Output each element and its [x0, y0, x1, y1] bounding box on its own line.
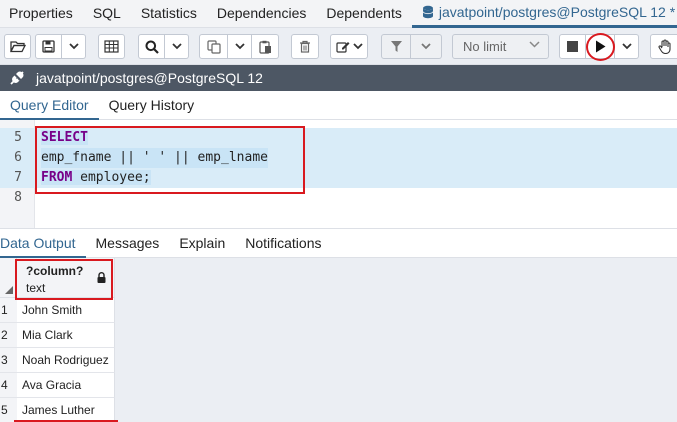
chevron-down-icon — [171, 43, 182, 50]
data-output-grid: ?column? text 1 John Smith 2 Mia Clark 3… — [0, 258, 677, 422]
tab-query-editor[interactable]: Query Editor — [0, 91, 99, 120]
line-number: 5 — [14, 130, 22, 145]
paste-button[interactable] — [252, 34, 279, 59]
delete-button[interactable] — [291, 34, 319, 59]
chevron-down-icon — [68, 43, 79, 50]
editor-tab-bar: Query Editor Query History — [0, 91, 677, 120]
row-number[interactable]: 2 — [0, 323, 17, 348]
cancel-query-button[interactable] — [559, 34, 586, 59]
line-number: 6 — [14, 150, 22, 165]
stop-icon — [567, 41, 578, 52]
open-file-button[interactable] — [4, 34, 31, 59]
grid-select-all[interactable] — [0, 258, 17, 298]
row-limit-select[interactable]: No limit — [452, 34, 549, 59]
filter-options-dropdown[interactable] — [411, 34, 442, 59]
tab-explain[interactable]: Explain — [169, 229, 235, 258]
hand-icon — [658, 39, 671, 54]
edit-options-button[interactable] — [330, 34, 368, 59]
execute-options-dropdown[interactable] — [615, 34, 639, 59]
result-tab-bar: Data Output Messages Explain Notificatio… — [0, 228, 677, 258]
paste-icon — [258, 40, 271, 54]
filter-button[interactable] — [381, 34, 411, 59]
tab-messages[interactable]: Messages — [86, 229, 170, 258]
copy-options-dropdown[interactable] — [228, 34, 252, 59]
tab-dependencies[interactable]: Dependencies — [207, 0, 317, 28]
find-options-dropdown[interactable] — [165, 34, 189, 59]
tab-properties[interactable]: Properties — [0, 0, 83, 28]
plug-icon[interactable] — [8, 69, 26, 87]
code-rest: employee; — [72, 170, 151, 185]
chevron-down-icon — [421, 43, 431, 50]
code-text: SELECT — [41, 128, 88, 148]
row-number[interactable]: 3 — [0, 348, 17, 373]
table-cell[interactable]: Noah Rodriguez — [17, 348, 115, 373]
row-number[interactable]: 4 — [0, 373, 17, 398]
save-options-dropdown[interactable] — [62, 34, 86, 59]
chevron-down-icon — [234, 43, 245, 50]
query-toolbar: No limit — [0, 28, 677, 65]
column-name: ?column? — [26, 264, 84, 278]
line-number: 7 — [14, 170, 22, 185]
save-button[interactable] — [35, 34, 62, 59]
edit-icon — [335, 41, 349, 53]
sql-keyword: SELECT — [41, 130, 88, 145]
execute-button[interactable] — [586, 34, 615, 59]
database-icon — [422, 5, 434, 19]
code-line[interactable]: 7 FROM employee; — [0, 168, 677, 188]
filter-icon — [390, 41, 402, 52]
copy-icon — [206, 39, 221, 54]
tab-query-history[interactable]: Query History — [99, 91, 205, 120]
tab-dependents[interactable]: Dependents — [316, 0, 412, 28]
column-type: text — [26, 281, 46, 295]
chevron-down-icon — [352, 43, 363, 50]
search-icon — [145, 40, 159, 54]
lock-icon — [97, 272, 106, 283]
macros-button[interactable] — [650, 34, 677, 59]
row-limit-value: No limit — [463, 39, 507, 54]
row-number[interactable]: 5 — [0, 398, 17, 422]
copy-button[interactable] — [199, 34, 228, 59]
line-number: 8 — [14, 190, 22, 205]
folder-open-icon — [9, 41, 26, 53]
code-line[interactable]: 8 — [0, 188, 677, 208]
tab-statistics[interactable]: Statistics — [131, 0, 207, 28]
code-text: FROM employee; — [41, 168, 151, 188]
tab-notifications[interactable]: Notifications — [235, 229, 331, 258]
play-icon — [595, 40, 605, 53]
connection-bar: javatpoint/postgres@PostgreSQL 12 — [0, 65, 677, 91]
sql-keyword: FROM — [41, 170, 73, 185]
table-cell[interactable]: Ava Gracia — [17, 373, 115, 398]
table-cell[interactable]: Mia Clark — [17, 323, 115, 348]
tab-query-tool[interactable]: javatpoint/postgres@PostgreSQL 12 * — [411, 0, 677, 28]
table-cell[interactable]: James Luther — [17, 398, 115, 422]
trash-icon — [300, 40, 310, 53]
connection-label[interactable]: javatpoint/postgres@PostgreSQL 12 — [36, 70, 263, 86]
tab-data-output[interactable]: Data Output — [0, 229, 86, 258]
code-line[interactable]: 5 SELECT — [0, 128, 677, 148]
row-number[interactable]: 1 — [0, 298, 17, 323]
tab-sql[interactable]: SQL — [83, 0, 131, 28]
table-icon — [104, 40, 119, 53]
table-cell[interactable]: John Smith — [17, 298, 115, 323]
chevron-down-icon — [529, 41, 540, 48]
code-line[interactable]: 6 emp_fname || ' ' || emp_lname — [0, 148, 677, 168]
code-text: emp_fname || ' ' || emp_lname — [41, 148, 268, 168]
tab-query-tool-label: javatpoint/postgres@PostgreSQL 12 * — [438, 4, 676, 20]
corner-triangle-icon — [5, 286, 13, 294]
save-icon — [42, 40, 55, 53]
object-tab-bar: Properties SQL Statistics Dependencies D… — [0, 0, 677, 28]
column-header[interactable]: ?column? text — [17, 258, 115, 298]
edit-rows-button[interactable] — [98, 34, 125, 59]
sql-editor[interactable]: 5 SELECT 6 emp_fname || ' ' || emp_lname… — [0, 120, 677, 228]
chevron-down-icon — [621, 43, 632, 50]
find-button[interactable] — [138, 34, 165, 59]
